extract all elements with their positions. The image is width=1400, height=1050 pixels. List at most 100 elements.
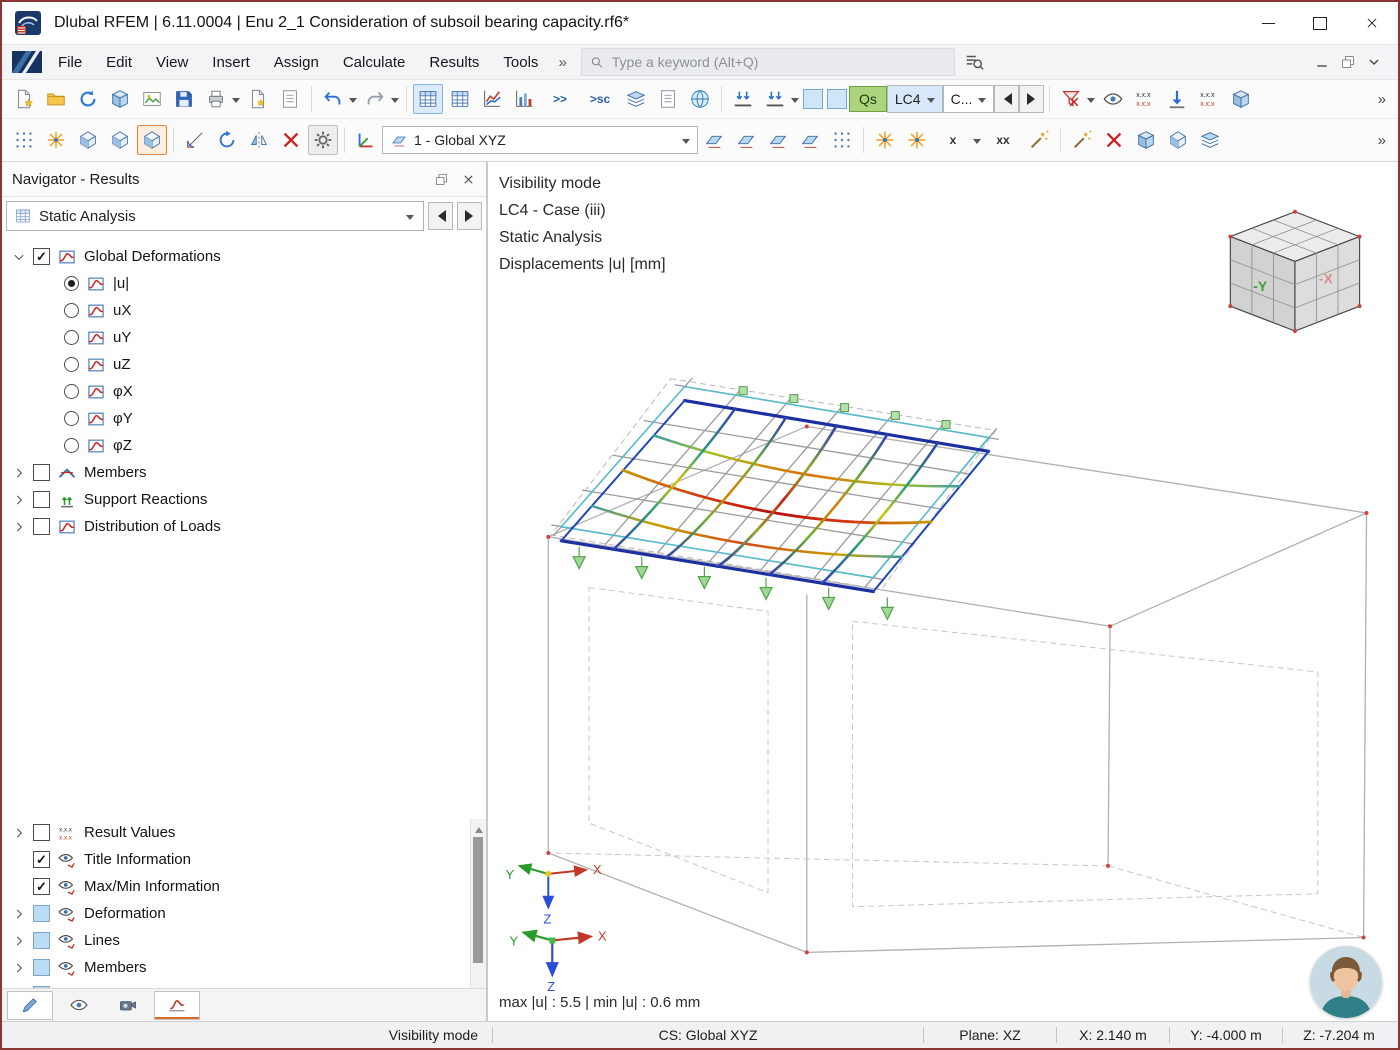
snap-line-icon[interactable] (902, 125, 932, 155)
tree-item-title-information[interactable]: Title Information (2, 846, 470, 873)
collapse-panels-icon[interactable] (1314, 54, 1330, 70)
display-properties-icon[interactable] (308, 125, 338, 155)
search-input[interactable] (609, 53, 946, 71)
chevron-right-icon[interactable] (12, 826, 26, 840)
visibility-wand-icon[interactable] (1067, 125, 1097, 155)
object-snap-icon[interactable] (41, 125, 71, 155)
surface-result-toggle-2[interactable] (827, 89, 847, 109)
plane-offset-icon[interactable] (795, 125, 825, 155)
checkbox[interactable] (33, 464, 50, 481)
toolbar-overflow-chevron[interactable]: » (1378, 132, 1392, 149)
transfer-loads-icon[interactable] (728, 84, 758, 114)
deformation-scale-icon[interactable] (1162, 84, 1192, 114)
tree-item-phiy[interactable]: φY (2, 405, 486, 432)
radio-button[interactable] (64, 384, 79, 399)
guidelines-icon[interactable] (1024, 125, 1054, 155)
node-grid-icon[interactable] (9, 125, 39, 155)
tab-results[interactable] (154, 990, 200, 1020)
tree-item-global-deformations[interactable]: Global Deformations (2, 243, 486, 270)
plane-xy-icon[interactable] (699, 125, 729, 155)
work-plane-axes-icon[interactable] (351, 125, 381, 155)
view-cube[interactable]: -Y -X (1228, 209, 1362, 334)
menu-item-tools[interactable]: Tools (491, 45, 550, 79)
float-panel-icon[interactable] (434, 172, 449, 187)
web-services-icon[interactable] (685, 84, 715, 114)
table-manager-icon[interactable] (413, 84, 443, 114)
redo-icon[interactable] (360, 84, 390, 114)
loads-dropdown-caret[interactable] (791, 97, 799, 107)
menu-item-results[interactable]: Results (417, 45, 491, 79)
radio-button[interactable] (64, 411, 79, 426)
new-note-icon[interactable] (243, 84, 273, 114)
checkbox[interactable] (33, 518, 50, 535)
show-results-eye-icon[interactable] (1098, 84, 1128, 114)
support-contact-avatar[interactable] (1310, 946, 1382, 1018)
extreme-values-icon[interactable] (1194, 84, 1224, 114)
result-values-icon[interactable] (1130, 84, 1160, 114)
print-dropdown-caret[interactable] (232, 97, 240, 107)
maximize-button[interactable] (1294, 2, 1346, 44)
tree-item-distribution-of-loads[interactable]: Distribution of Loads (2, 513, 486, 540)
case-combo[interactable]: C... (942, 85, 995, 113)
sc-solver-icon[interactable]: >sc (581, 84, 619, 114)
chevron-down-icon[interactable] (1366, 54, 1382, 70)
cube-face-label-y[interactable]: -Y (1253, 278, 1268, 294)
result-library-icon[interactable] (1226, 84, 1256, 114)
solver-icon[interactable]: >> (541, 84, 579, 114)
delete-results-icon[interactable] (276, 125, 306, 155)
chevron-right-icon[interactable] (12, 493, 26, 507)
tree-item-phix[interactable]: φX (2, 378, 486, 405)
view-isometric-icon[interactable] (73, 125, 103, 155)
tree-item-u-abs[interactable]: |u| (2, 270, 486, 297)
menu-item-assign[interactable]: Assign (262, 45, 331, 79)
checkbox[interactable] (33, 248, 50, 265)
filter-results-icon[interactable] (1056, 84, 1086, 114)
scroll-up-icon[interactable] (475, 823, 483, 833)
scene-3d[interactable]: -Y -X Y X Z Y X Z (488, 162, 1398, 1021)
coordinate-system-combo[interactable]: 1 - Global XYZ (382, 126, 698, 154)
tree-item-members-display[interactable]: Members (2, 954, 470, 981)
chevron-down-icon[interactable] (12, 250, 26, 264)
previous-result-button[interactable] (428, 202, 453, 230)
tables-icon[interactable] (445, 84, 475, 114)
checkbox[interactable] (33, 851, 50, 868)
model-manager-icon[interactable] (105, 84, 135, 114)
tree-item-lines[interactable]: Lines (2, 927, 470, 954)
close-button[interactable] (1346, 2, 1398, 44)
rotate-view-icon[interactable] (212, 125, 242, 155)
tab-views[interactable] (105, 991, 151, 1020)
checkbox[interactable] (33, 491, 50, 508)
tree-item-uy[interactable]: uY (2, 324, 486, 351)
snap-dropdown-caret[interactable] (973, 138, 981, 148)
menu-item-edit[interactable]: Edit (94, 45, 144, 79)
open-model-icon[interactable] (41, 84, 71, 114)
undo-dropdown-caret[interactable] (349, 97, 357, 107)
menu-item-calculate[interactable]: Calculate (331, 45, 418, 79)
scrollbar-thumb[interactable] (473, 837, 483, 963)
restore-panels-icon[interactable] (1340, 54, 1356, 70)
load-case-combo[interactable]: LC4 (886, 85, 943, 113)
checkbox-partial[interactable] (33, 905, 50, 922)
cube-face-label-x[interactable]: -X (1319, 270, 1334, 286)
mirror-icon[interactable] (244, 125, 274, 155)
checkbox[interactable] (33, 824, 50, 841)
tree-item-result-values[interactable]: Result Values (2, 819, 470, 846)
gallery-icon[interactable] (137, 84, 167, 114)
section-icon[interactable] (1195, 125, 1225, 155)
radio-button[interactable] (64, 303, 79, 318)
toolbar-overflow-chevron[interactable]: » (1378, 91, 1392, 108)
surface-result-toggle-1[interactable] (803, 89, 823, 109)
tree-item-maxmin-information[interactable]: Max/Min Information (2, 873, 470, 900)
tab-display[interactable] (56, 991, 102, 1020)
minimize-button[interactable] (1242, 2, 1294, 44)
chevron-right-icon[interactable] (12, 520, 26, 534)
menu-item-view[interactable]: View (144, 45, 200, 79)
save-icon[interactable] (169, 84, 199, 114)
visibility-mode-icon[interactable] (137, 125, 167, 155)
generate-loads-icon[interactable] (760, 84, 790, 114)
checkbox-partial[interactable] (33, 932, 50, 949)
view-rotate-icon[interactable] (105, 125, 135, 155)
clipping-plane-icon[interactable] (1163, 125, 1193, 155)
quick-select-chip[interactable]: Qs (849, 86, 887, 112)
chevron-right-icon[interactable] (12, 961, 26, 975)
